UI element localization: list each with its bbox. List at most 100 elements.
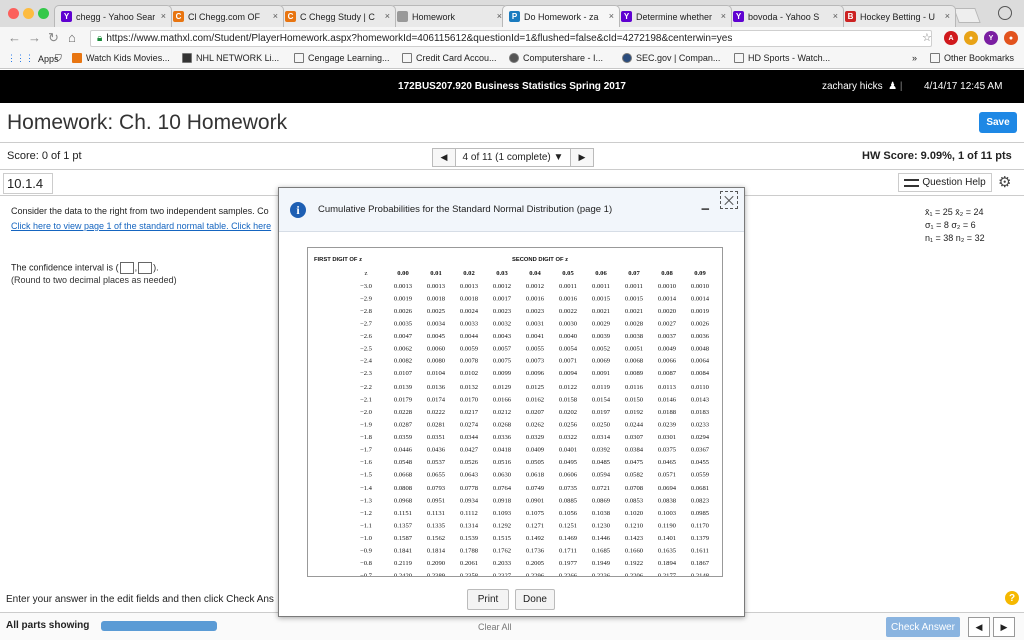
table-cell: 0.0764	[493, 485, 512, 492]
bookmark-hd-sports[interactable]: HD Sports - Watch...	[734, 53, 830, 63]
table-cell: 0.2389	[427, 572, 446, 577]
table-cell: 0.1190	[658, 523, 677, 530]
home-icon[interactable]: ⌂	[68, 30, 76, 45]
bookmark-shield[interactable]: ⛉	[55, 53, 62, 64]
minimize-icon[interactable]: −	[701, 201, 710, 218]
profile-icon[interactable]	[998, 6, 1012, 20]
table-column-header: 0.04	[529, 270, 541, 277]
user-menu[interactable]: zachary hicks ♟ |	[822, 81, 903, 92]
adblock-extension-icon[interactable]: A	[944, 31, 958, 45]
bookmark-cengage[interactable]: Cengage Learning...	[294, 53, 390, 63]
browser-tab[interactable]: Y Determine whether ×	[614, 5, 732, 27]
table-cell: 0.0869	[592, 498, 611, 505]
bookmark-apps[interactable]: ⋮⋮⋮ Apps	[7, 53, 59, 64]
apps-grid-icon: ⋮⋮⋮	[7, 53, 34, 63]
question-help-button[interactable]: Question Help	[898, 173, 992, 192]
window-zoom-button[interactable]	[38, 8, 49, 19]
bookmark-nhl[interactable]: NHL NETWORK Li...	[182, 53, 279, 63]
print-button[interactable]: Print	[467, 589, 509, 610]
table-cell: 0.1056	[559, 510, 578, 517]
browser-tab[interactable]: Ybovoda - Yahoo S ×	[726, 5, 844, 27]
browser-tab[interactable]: Ychegg - Yahoo Search ×	[54, 5, 172, 27]
extension-icon[interactable]: ●	[964, 31, 978, 45]
table-cell: 0.1788	[460, 547, 479, 554]
question-selector[interactable]: 4 of 11 (1 complete) ▼	[456, 148, 570, 167]
table-cell: 0.0212	[493, 409, 511, 416]
table-cell: 0.0793	[427, 485, 446, 492]
table-row-z: −2.3	[360, 370, 373, 377]
table-cell: 0.0069	[592, 358, 611, 365]
table-row-z: −2.5	[360, 345, 373, 352]
table-cell: 0.0132	[460, 384, 478, 391]
check-answer-button[interactable]: Check Answer	[886, 617, 960, 637]
table-cell: 0.0075	[493, 358, 512, 365]
browser-tab[interactable]: P Do Homework - za ×	[502, 5, 620, 27]
table-cell: 0.0281	[427, 421, 445, 428]
bookmark-watch-kids[interactable]: Watch Kids Movies...	[72, 53, 170, 63]
table-cell: 0.0197	[592, 409, 611, 416]
table-cell: 0.0582	[625, 471, 643, 478]
table-cell: 0.1762	[493, 547, 511, 554]
table-cell: 0.0668	[394, 471, 413, 478]
bookmarks-overflow[interactable]: »	[912, 53, 917, 63]
question-help-label: Question Help	[922, 177, 986, 188]
table-cell: 0.0179	[394, 397, 413, 404]
normal-table-frame[interactable]: FIRST DIGIT OF z SECOND DIGIT OF z z 0.00…	[307, 247, 723, 577]
browser-tab[interactable]: C C Chegg Study | C ×	[278, 5, 396, 27]
next-part-button[interactable]: ▶	[993, 617, 1015, 637]
close-icon[interactable]: ×	[385, 11, 390, 21]
homework-header: Homework: Ch. 10 Homework	[0, 103, 1024, 143]
help-icon[interactable]: ?	[1005, 591, 1019, 605]
bookmark-label: Credit Card Accou...	[416, 53, 497, 63]
table-cell: 0.1492	[526, 535, 544, 542]
close-icon[interactable]: ×	[721, 11, 726, 21]
done-button[interactable]: Done	[515, 589, 555, 610]
standard-normal-table-link[interactable]: Click here to view page 1 of the standar…	[11, 221, 278, 231]
forward-icon[interactable]: →	[28, 30, 41, 45]
bookmark-sec[interactable]: SEC.gov | Compan...	[622, 53, 720, 63]
browser-tab[interactable]: B Hockey Betting - U ×	[838, 5, 956, 27]
previous-part-button[interactable]: ◀	[968, 617, 990, 637]
table-cell: 0.0102	[460, 370, 478, 377]
address-toolbar: ← → ↻ ⌂ 🔒︎ https://www.mathxl.com/Student…	[0, 27, 1024, 49]
close-icon[interactable]: ×	[945, 11, 950, 21]
bookmark-credit-card[interactable]: Credit Card Accou...	[402, 53, 497, 63]
browser-tab[interactable]: C Cl Chegg.com OF ×	[166, 5, 284, 27]
other-bookmarks[interactable]: Other Bookmarks	[930, 53, 1014, 63]
clear-all-button[interactable]: Clear All	[478, 622, 512, 632]
gear-icon[interactable]: ⚙	[998, 173, 1011, 191]
table-cell: 0.0301	[658, 434, 676, 441]
table-cell: 0.0446	[394, 446, 413, 453]
window-minimize-button[interactable]	[23, 8, 34, 19]
browser-tab[interactable]: Homework ×	[390, 5, 508, 27]
save-button[interactable]: Save	[979, 112, 1017, 133]
window-close-button[interactable]	[8, 8, 19, 19]
table-cell: 0.1230	[592, 523, 611, 530]
previous-question-button[interactable]: ◀	[432, 148, 456, 167]
close-icon[interactable]: ×	[609, 11, 614, 21]
table-row-z: −1.6	[360, 459, 373, 466]
table-cell: 0.0409	[526, 446, 545, 453]
star-icon[interactable]: ☆	[922, 31, 932, 44]
yahoo-extension-icon[interactable]: Y	[984, 31, 998, 45]
url-bar[interactable]: 🔒︎ https://www.mathxl.com/Student/PlayerH…	[90, 30, 932, 47]
table-cell: 0.0418	[493, 446, 512, 453]
close-icon[interactable]: ×	[273, 11, 278, 21]
close-icon[interactable]: ×	[161, 11, 166, 21]
close-icon[interactable]: ×	[833, 11, 838, 21]
table-cell: 0.0158	[559, 397, 578, 404]
maximize-icon[interactable]	[720, 191, 738, 209]
table-cell: 0.0985	[691, 510, 710, 517]
normal-table-dialog: i Cumulative Probabilities for the Stand…	[278, 187, 745, 617]
back-icon[interactable]: ←	[8, 30, 21, 45]
reload-icon[interactable]: ↻	[48, 30, 59, 46]
table-cell: 0.0104	[427, 370, 446, 377]
ci-lower-input[interactable]	[119, 262, 134, 274]
table-cell: 0.1469	[559, 535, 578, 542]
ci-upper-input[interactable]	[138, 262, 153, 274]
record-extension-icon[interactable]: ●	[1004, 31, 1018, 45]
score-bar: Score: 0 of 1 pt ◀ 4 of 11 (1 complete) …	[0, 144, 1024, 170]
table-cell: 0.0475	[625, 459, 644, 466]
next-question-button[interactable]: ▶	[570, 148, 594, 167]
bookmark-computershare[interactable]: Computershare - I...	[509, 53, 603, 63]
